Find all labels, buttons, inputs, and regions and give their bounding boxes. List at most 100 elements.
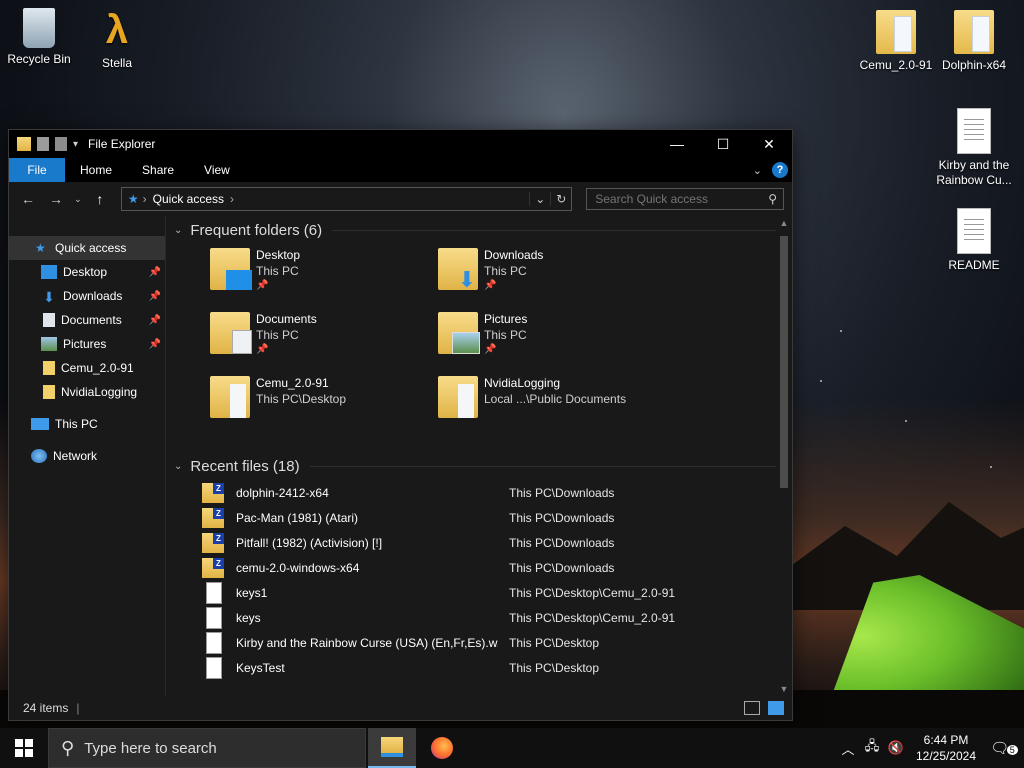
- search-box[interactable]: ⚲: [586, 188, 784, 210]
- volume-muted-icon[interactable]: 🔇: [884, 740, 908, 756]
- recent-locations-chevron-icon[interactable]: ⌄: [73, 194, 83, 205]
- content-pane: ⌄ Frequent folders (6) Desktop This PC 📌…: [165, 216, 792, 696]
- pictures-folder-icon: [438, 312, 480, 354]
- folder-tile-documents[interactable]: Documents This PC 📌: [210, 308, 430, 368]
- documents-icon: [43, 313, 55, 327]
- scroll-down-arrow-icon[interactable]: ▼: [776, 684, 792, 694]
- start-button[interactable]: [0, 728, 48, 768]
- list-item[interactable]: KeysTest This PC\Desktop: [166, 655, 792, 680]
- desktop-icon-kirby[interactable]: Kirby and the Rainbow Cu...: [936, 108, 1012, 188]
- expand-ribbon-icon[interactable]: ⌄: [753, 164, 762, 177]
- list-item[interactable]: cemu-2.0-windows-x64This PC\Downloads: [166, 555, 792, 580]
- ribbon-tabs: File Home Share View ⌄ ?: [9, 158, 792, 182]
- back-button[interactable]: ←: [17, 191, 39, 207]
- list-item[interactable]: keys1 This PC\Desktop\Cemu_2.0-91: [166, 580, 792, 605]
- frequent-folders-header[interactable]: ⌄ Frequent folders (6): [166, 216, 792, 244]
- desktop-icon-readme[interactable]: README: [936, 208, 1012, 273]
- desktop-icon-dolphin[interactable]: Dolphin-x64: [936, 10, 1012, 73]
- taskbar-search-box[interactable]: ⚲ Type here to search: [48, 728, 366, 768]
- nav-quick-access[interactable]: ★ Quick access: [9, 236, 165, 260]
- collapse-chevron-icon[interactable]: ⌄: [174, 461, 182, 472]
- nav-desktop[interactable]: Desktop 📌: [9, 260, 165, 284]
- folder-icon: [210, 376, 250, 418]
- pin-icon: 📌: [148, 290, 161, 302]
- folder-icon: [43, 385, 55, 399]
- folder-icon: [954, 10, 994, 54]
- minimize-button[interactable]: —: [654, 130, 700, 158]
- pictures-icon: [41, 337, 57, 351]
- pin-icon: 📌: [256, 280, 269, 291]
- help-icon[interactable]: ?: [772, 162, 788, 178]
- nav-documents[interactable]: Documents 📌: [9, 308, 165, 332]
- list-item[interactable]: dolphin-2412-x64This PC\Downloads: [166, 480, 792, 505]
- folder-tile-cemu[interactable]: Cemu_2.0-91 This PC\Desktop: [210, 372, 430, 432]
- nav-downloads[interactable]: ⬇ Downloads 📌: [9, 284, 165, 308]
- list-item[interactable]: Pac-Man (1981) (Atari)This PC\Downloads: [166, 505, 792, 530]
- nav-network[interactable]: Network: [9, 444, 165, 468]
- firefox-icon: [431, 737, 453, 759]
- tab-view[interactable]: View: [189, 158, 245, 182]
- customize-toolbar-chevron-icon[interactable]: ▾: [73, 139, 78, 150]
- taskbar-firefox[interactable]: [418, 728, 466, 768]
- network-icon: [31, 449, 47, 463]
- computer-icon: [31, 418, 49, 430]
- navigation-pane: ★ Quick access Desktop 📌 ⬇ Downloads 📌 D…: [9, 216, 165, 696]
- recycle-bin-icon: [23, 8, 55, 48]
- scroll-up-arrow-icon[interactable]: ▲: [776, 218, 792, 228]
- network-status-icon[interactable]: 🖧: [860, 737, 884, 759]
- list-item[interactable]: keys This PC\Desktop\Cemu_2.0-91: [166, 605, 792, 630]
- search-icon[interactable]: ⚲: [768, 192, 777, 206]
- status-bar: 24 items |: [9, 696, 792, 720]
- desktop-icon-stella[interactable]: λ Stella: [79, 8, 155, 71]
- address-history-chevron-icon[interactable]: ⌄: [529, 192, 550, 206]
- navigation-bar: ← → ⌄ ↑ ★ › Quick access › ⌄ ↻ ⚲: [9, 182, 792, 216]
- tab-home[interactable]: Home: [65, 158, 127, 182]
- nav-nvidialogging[interactable]: NvidiaLogging: [9, 380, 165, 404]
- pin-icon: 📌: [256, 344, 269, 355]
- nav-cemu[interactable]: Cemu_2.0-91: [9, 356, 165, 380]
- breadcrumb-chevron-icon[interactable]: ›: [143, 192, 147, 206]
- pin-icon: 📌: [148, 314, 161, 326]
- pin-icon: 📌: [148, 338, 161, 350]
- large-icons-view-icon[interactable]: [768, 701, 784, 715]
- show-hidden-icons-chevron-icon[interactable]: ︿: [836, 739, 860, 758]
- breadcrumb-chevron-icon[interactable]: ›: [230, 192, 234, 206]
- close-button[interactable]: ✕: [746, 130, 792, 158]
- clock[interactable]: 6:44 PM 12/25/2024: [908, 732, 984, 764]
- scrollbar-thumb[interactable]: [780, 236, 788, 488]
- tab-share[interactable]: Share: [127, 158, 189, 182]
- quick-access-toolbar: ▾: [9, 137, 78, 151]
- pin-icon: 📌: [484, 280, 497, 291]
- refresh-icon[interactable]: ↻: [550, 192, 571, 206]
- forward-button[interactable]: →: [45, 191, 67, 207]
- new-folder-icon[interactable]: [55, 137, 67, 151]
- folder-tile-nvidialogging[interactable]: NvidiaLogging Local ...\Public Documents: [438, 372, 658, 432]
- tab-file[interactable]: File: [9, 158, 65, 182]
- taskbar: ⚲ Type here to search ︿ 🖧 🔇 6:44 PM 12/2…: [0, 728, 1024, 768]
- recent-files-header[interactable]: ⌄ Recent files (18): [166, 452, 792, 480]
- properties-icon[interactable]: [37, 137, 49, 151]
- folder-tile-desktop[interactable]: Desktop This PC 📌: [210, 244, 430, 304]
- desktop-icon-cemu[interactable]: Cemu_2.0-91: [858, 10, 934, 73]
- collapse-chevron-icon[interactable]: ⌄: [174, 225, 182, 236]
- star-icon: ★: [35, 241, 46, 255]
- desktop-icon-recycle-bin[interactable]: Recycle Bin: [1, 8, 77, 67]
- vertical-scrollbar[interactable]: ▲ ▼: [776, 216, 792, 696]
- up-button[interactable]: ↑: [89, 191, 111, 207]
- action-center-button[interactable]: 🗨 5: [984, 739, 1024, 757]
- folder-icon: [876, 10, 916, 54]
- folder-tile-pictures[interactable]: Pictures This PC 📌: [438, 308, 658, 368]
- nav-this-pc[interactable]: This PC: [9, 412, 165, 436]
- maximize-button[interactable]: ☐: [700, 130, 746, 158]
- folder-tile-downloads[interactable]: ⬇ Downloads This PC 📌: [438, 244, 658, 304]
- stella-icon: λ: [105, 8, 129, 52]
- details-view-icon[interactable]: [744, 701, 760, 715]
- nav-pictures[interactable]: Pictures 📌: [9, 332, 165, 356]
- taskbar-file-explorer[interactable]: [368, 728, 416, 768]
- list-item[interactable]: Pitfall! (1982) (Activision) [!]This PC\…: [166, 530, 792, 555]
- list-item[interactable]: Kirby and the Rainbow Curse (USA) (En,Fr…: [166, 630, 792, 655]
- search-input[interactable]: [593, 191, 758, 207]
- address-bar[interactable]: ★ › Quick access › ⌄ ↻: [120, 187, 573, 211]
- breadcrumb-quick-access[interactable]: Quick access: [153, 192, 224, 206]
- title-bar[interactable]: ▾ File Explorer — ☐ ✕: [9, 130, 792, 158]
